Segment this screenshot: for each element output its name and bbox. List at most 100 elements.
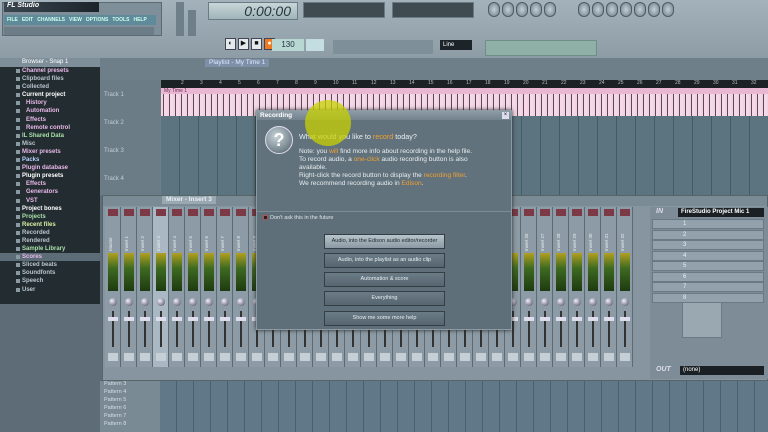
browser-item[interactable]: IL Shared Data bbox=[0, 132, 100, 140]
record-edison-button[interactable]: Audio, into the Edison audio editor/reco… bbox=[324, 234, 445, 249]
menu-item[interactable]: FILE bbox=[7, 17, 18, 23]
menu-item[interactable]: CHANNELS bbox=[37, 17, 65, 23]
fader-handle[interactable] bbox=[556, 317, 566, 321]
effect-slot[interactable]: 7 bbox=[652, 282, 764, 292]
fader-handle[interactable] bbox=[220, 317, 230, 321]
effect-slot[interactable]: 1 bbox=[652, 219, 764, 229]
playlist-icon[interactable] bbox=[488, 2, 500, 17]
mixer-strip[interactable]: Insert 2 bbox=[137, 207, 153, 367]
browser-item[interactable]: Scores bbox=[0, 253, 100, 262]
pan-knob[interactable] bbox=[573, 298, 581, 306]
fader-handle[interactable] bbox=[604, 317, 614, 321]
fader-handle[interactable] bbox=[236, 317, 246, 321]
route-button[interactable] bbox=[620, 353, 630, 361]
fader-handle[interactable] bbox=[524, 317, 534, 321]
browser-item[interactable]: Plugin presets bbox=[0, 172, 100, 180]
browser-item[interactable]: Remote control bbox=[0, 124, 100, 132]
cut-icon[interactable] bbox=[620, 2, 632, 17]
menu-item[interactable]: OPTIONS bbox=[86, 17, 109, 23]
browser-item[interactable]: Collected bbox=[0, 83, 100, 91]
route-button[interactable] bbox=[364, 353, 374, 361]
browser-item[interactable]: Soundfonts bbox=[0, 269, 100, 277]
browser-item[interactable]: Sliced beats bbox=[0, 261, 100, 269]
info-icon[interactable] bbox=[606, 2, 618, 17]
mixer-strip[interactable]: Insert 6 bbox=[201, 207, 217, 367]
pattern-item[interactable]: Pattern 5 bbox=[100, 397, 160, 405]
pan-knob[interactable] bbox=[205, 298, 213, 306]
route-button[interactable] bbox=[300, 353, 310, 361]
fader-handle[interactable] bbox=[588, 317, 598, 321]
fader-handle[interactable] bbox=[204, 317, 214, 321]
mixer-strip[interactable]: Insert 4 bbox=[169, 207, 185, 367]
online-icon[interactable] bbox=[648, 2, 660, 17]
mixer-icon[interactable] bbox=[544, 2, 556, 17]
pan-knob[interactable] bbox=[157, 298, 165, 306]
pan-knob[interactable] bbox=[109, 298, 117, 306]
mixer-strip[interactable]: Insert 29 bbox=[569, 207, 585, 367]
browser-item[interactable]: Clipboard files bbox=[0, 75, 100, 83]
route-button[interactable] bbox=[380, 353, 390, 361]
route-button[interactable] bbox=[156, 353, 166, 361]
eq-graph[interactable] bbox=[682, 302, 722, 338]
menu-item[interactable]: HELP bbox=[133, 17, 146, 23]
pan-knob[interactable] bbox=[125, 298, 133, 306]
mixer-strip[interactable]: Insert 31 bbox=[601, 207, 617, 367]
close-icon[interactable]: × bbox=[502, 112, 509, 119]
route-button[interactable] bbox=[188, 353, 198, 361]
pattern-selector[interactable] bbox=[306, 39, 324, 51]
dont-ask-checkbox[interactable]: Don't ask this in the future bbox=[263, 215, 333, 221]
route-button[interactable] bbox=[284, 353, 294, 361]
route-button[interactable] bbox=[428, 353, 438, 361]
route-button[interactable] bbox=[396, 353, 406, 361]
pan-knob[interactable] bbox=[141, 298, 149, 306]
stop-button[interactable]: ■ bbox=[251, 38, 262, 50]
search-icon[interactable] bbox=[634, 2, 646, 17]
pan-knob[interactable] bbox=[525, 298, 533, 306]
browser-item[interactable]: Projects bbox=[0, 213, 100, 221]
pan-knob[interactable] bbox=[589, 298, 597, 306]
track-label[interactable]: Track 3 bbox=[104, 148, 124, 154]
browser-item[interactable]: Sample Library bbox=[0, 245, 100, 253]
browser-item[interactable]: Effects bbox=[0, 180, 100, 188]
pan-knob[interactable] bbox=[221, 298, 229, 306]
route-button[interactable] bbox=[204, 353, 214, 361]
mixer-strip[interactable]: Insert 5 bbox=[185, 207, 201, 367]
effect-slot[interactable]: 6 bbox=[652, 271, 764, 282]
fader-handle[interactable] bbox=[140, 317, 150, 321]
browser-item[interactable]: Generators bbox=[0, 188, 100, 196]
record-playlist-button[interactable]: Audio, into the playlist as an audio cli… bbox=[324, 253, 445, 268]
effect-slot[interactable]: 5 bbox=[652, 261, 764, 271]
pattern-item[interactable]: Pattern 3 bbox=[100, 381, 160, 389]
fader-handle[interactable] bbox=[108, 317, 118, 321]
route-button[interactable] bbox=[460, 353, 470, 361]
output-dropdown[interactable]: (none) bbox=[680, 366, 764, 375]
browser-item[interactable]: Plugin database bbox=[0, 164, 100, 172]
pattern-item[interactable]: Pattern 8 bbox=[100, 421, 160, 429]
fader-handle[interactable] bbox=[172, 317, 182, 321]
effect-slot[interactable]: 2 bbox=[652, 229, 764, 240]
route-button[interactable] bbox=[476, 353, 486, 361]
route-button[interactable] bbox=[588, 353, 598, 361]
fader-handle[interactable] bbox=[572, 317, 582, 321]
track-label[interactable]: Track 2 bbox=[104, 120, 124, 126]
route-button[interactable] bbox=[348, 353, 358, 361]
pattern-grid[interactable] bbox=[160, 381, 768, 432]
route-button[interactable] bbox=[268, 353, 278, 361]
effect-slot[interactable]: 3 bbox=[652, 240, 764, 250]
route-button[interactable] bbox=[332, 353, 342, 361]
fader-handle[interactable] bbox=[620, 317, 630, 321]
pan-knob[interactable] bbox=[237, 298, 245, 306]
route-button[interactable] bbox=[556, 353, 566, 361]
help-icon[interactable] bbox=[662, 2, 674, 17]
piano-roll-icon[interactable] bbox=[516, 2, 528, 17]
pan-knob[interactable] bbox=[541, 298, 549, 306]
input-dropdown[interactable]: FireStudio Project Mic 1 bbox=[678, 208, 764, 217]
route-button[interactable] bbox=[172, 353, 182, 361]
effect-slot[interactable]: 8 bbox=[652, 292, 764, 303]
pan-knob[interactable] bbox=[189, 298, 197, 306]
route-button[interactable] bbox=[316, 353, 326, 361]
mixer-strip[interactable]: Insert 27 bbox=[537, 207, 553, 367]
browser-item[interactable]: History bbox=[0, 99, 100, 107]
more-help-button[interactable]: Show me some more help bbox=[324, 311, 445, 326]
pattern-item[interactable]: Pattern 4 bbox=[100, 389, 160, 397]
